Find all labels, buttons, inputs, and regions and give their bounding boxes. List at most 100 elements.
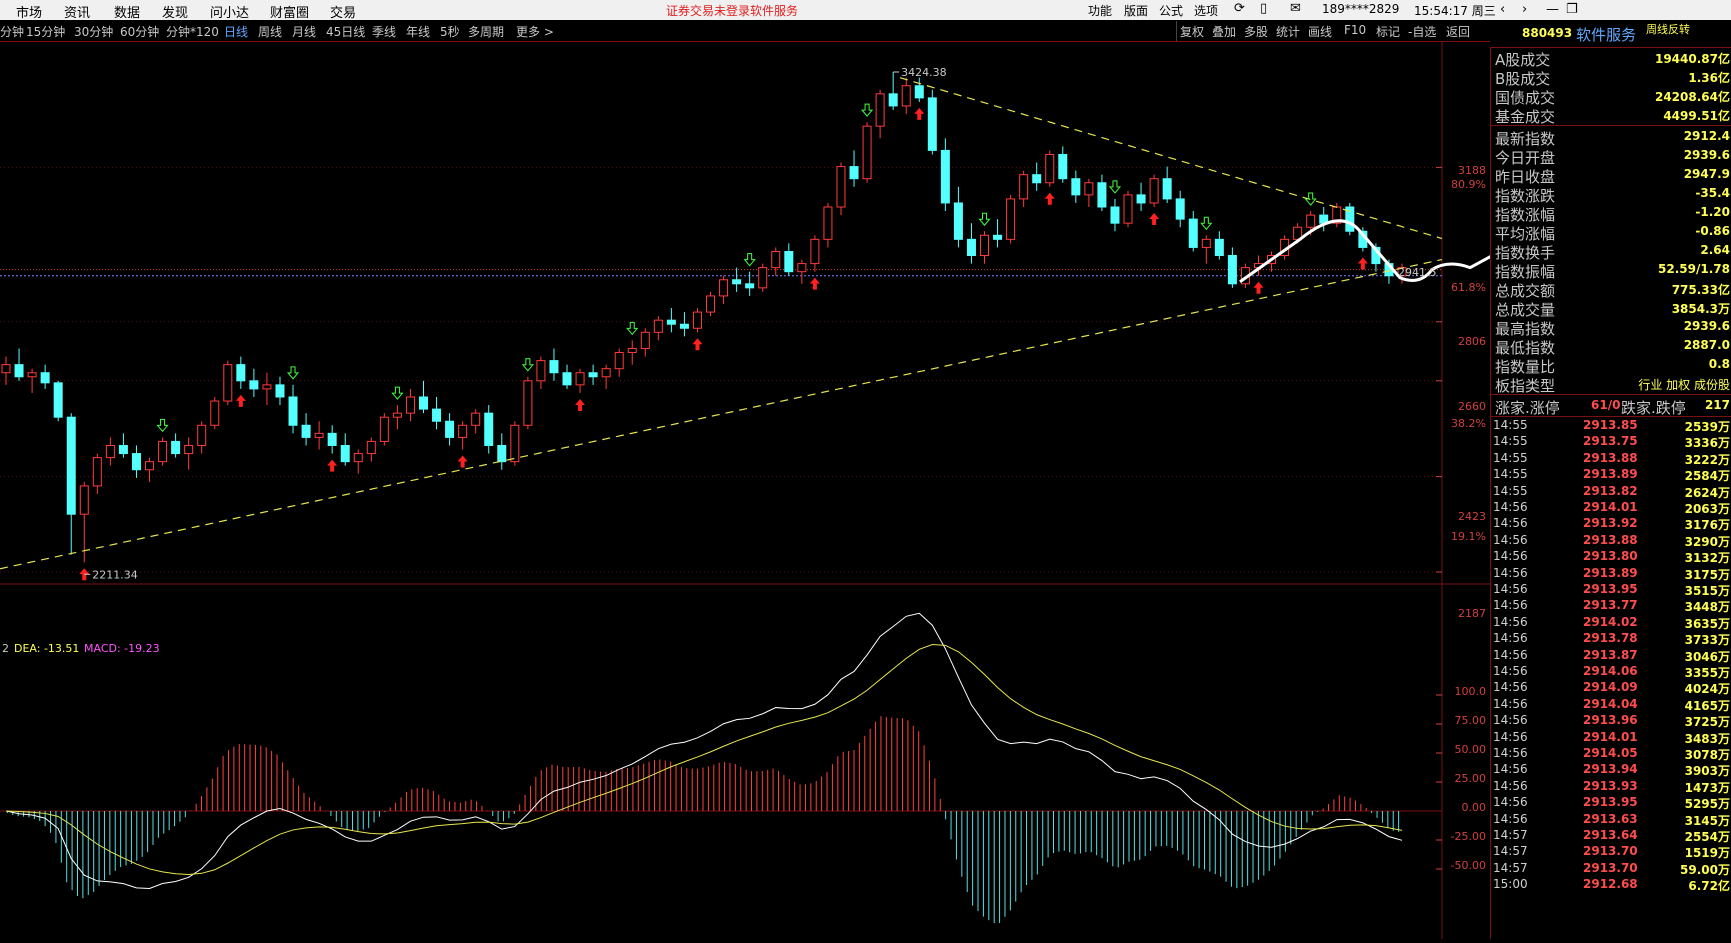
period-monthly[interactable]: 月线 [292,23,316,40]
menu-layout[interactable]: 版面 [1124,2,1148,19]
period-45day[interactable]: 45日线 [326,23,365,40]
candle-body [392,412,402,418]
kline-chart[interactable]: 3424.38 2211.34 2941.5 2 DEA: -13.51 MAC… [0,42,1611,939]
pct-label-61: 61.8% [1451,281,1486,294]
down-count-label: 跌家.跌停 [1621,399,1686,417]
menu-options[interactable]: 选项 [1194,2,1218,19]
tool-adjust[interactable]: 复权 [1180,23,1204,40]
candle-body [980,234,990,257]
menu-data[interactable]: 数据 [114,2,140,21]
tick-row: 14:57 2913.64 2554万 [1491,827,1731,845]
period-multi[interactable]: 多周期 [468,23,504,40]
user-account[interactable]: 189****2829 [1322,2,1399,16]
tick-price: 2913.96 [1583,713,1638,728]
menu-wenxiaoda[interactable]: 问小达 [210,2,249,21]
macd-tick-75: 75.00 [1455,714,1487,727]
period-5sec[interactable]: 5秒 [440,23,460,40]
candle-body [601,368,611,378]
tick-price: 2913.89 [1583,467,1638,482]
candle-body [210,400,220,426]
tick-price: 2913.95 [1583,582,1638,596]
period-daily[interactable]: 日线 [224,23,248,40]
period-yearly[interactable]: 年线 [406,23,430,40]
minimize-icon[interactable]: — [1546,2,1559,17]
phone-icon[interactable]: ▯ [1260,1,1267,16]
candle-body [105,444,115,459]
high-price-label: 3424.38 [901,66,947,79]
candle-body [588,372,598,378]
menu-news[interactable]: 资讯 [64,2,90,21]
refresh-icon[interactable]: ⟳ [1234,1,1245,16]
stat-value: -35.4 [1695,186,1730,200]
candle-body [340,444,350,463]
macd-tick-100: 100.0 [1455,685,1487,698]
menu-wealth-circle[interactable]: 财富圈 [270,2,309,21]
login-warning[interactable]: 证券交易未登录 [666,2,750,19]
tick-price: 2913.77 [1583,598,1638,613]
tick-price: 2913.88 [1583,532,1638,547]
tool-back[interactable]: 返回 [1446,23,1470,40]
tool-overlay[interactable]: 叠加 [1212,23,1236,40]
candle-body [810,238,820,265]
tick-price: 2913.88 [1583,450,1638,465]
candle-body [536,360,546,382]
stat-row: 总成交量 3854.3万 [1491,298,1731,319]
tool-watchlist[interactable]: -自选 [1408,23,1436,40]
tick-row: 14:56 2913.94 3903万 [1491,761,1731,779]
candle-body [614,352,624,370]
tick-time: 14:56 [1493,516,1528,531]
tick-price: 2913.95 [1583,795,1638,810]
menu-trade[interactable]: 交易 [330,2,356,21]
buy-arrow-icon [692,338,703,351]
macd-tick-neg50: -50.00 [1451,859,1486,872]
tick-row: 14:56 2914.04 4165万 [1491,696,1731,714]
stat-row: B股成交 1.36亿 [1491,67,1731,88]
stat-value: 2887.0 [1683,338,1730,352]
back-icon[interactable]: ‹ [1500,2,1505,17]
period-1min[interactable]: 分钟 [0,23,24,40]
period-60min[interactable]: 60分钟 [120,23,159,40]
tool-stats[interactable]: 统计 [1276,23,1300,40]
tick-price: 2913.78 [1583,631,1638,646]
period-120min[interactable]: 分钟*120 [166,23,219,40]
low-price-label: 2211.34 [92,568,137,581]
tick-price: 2913.92 [1583,516,1638,531]
tool-multi-stock[interactable]: 多股 [1244,23,1268,40]
candle-body [1071,178,1081,196]
period-weekly[interactable]: 周线 [258,23,282,40]
candle-body [771,250,781,269]
candle-body [562,372,572,386]
up-count-label: 涨家.涨停 [1495,399,1560,417]
tool-f10[interactable]: F10 [1344,23,1366,37]
candle-body [706,295,716,313]
menu-function[interactable]: 功能 [1088,2,1112,19]
y-tick-2187: 2187 [1458,607,1486,620]
mail-icon[interactable]: ✉ [1290,1,1301,16]
pct-label-19: 19.1% [1451,530,1486,543]
period-15min[interactable]: 15分钟 [26,23,65,40]
menu-discover[interactable]: 发现 [162,2,188,21]
menu-formula[interactable]: 公式 [1159,2,1183,19]
period-30min[interactable]: 30分钟 [74,23,113,40]
stat-row: 指数涨幅 -1.20 [1491,203,1731,224]
tool-draw[interactable]: 画线 [1308,23,1332,40]
tick-list[interactable]: 14:55 2913.85 2539万 14:55 2913.75 3336万 14:55 2… [1491,417,1731,939]
period-quarterly[interactable]: 季线 [372,23,396,40]
tick-row: 14:55 2913.82 2624万 [1491,483,1731,501]
period-more[interactable]: 更多 > [516,23,554,40]
maximize-icon[interactable]: ❐ [1566,2,1578,17]
stat-row: 指数涨跌 -35.4 [1491,184,1731,205]
y-tick-2423: 2423 [1458,510,1486,523]
sell-arrow-icon [743,253,756,267]
tick-time: 14:57 [1493,844,1528,859]
tick-price: 2913.63 [1583,811,1638,826]
buy-arrow-icon [914,107,925,120]
candle-body [862,125,872,180]
tick-price: 2913.93 [1583,778,1638,793]
tick-price: 2914.04 [1583,696,1638,711]
menu-market[interactable]: 市场 [16,2,42,21]
tool-mark[interactable]: 标记 [1376,23,1400,40]
tick-price: 2914.01 [1583,729,1638,744]
kline-chart-area[interactable]: 3424.38 2211.34 2941.5 2 DEA: -13.51 MAC… [0,42,1611,939]
forward-icon[interactable]: › [1522,2,1527,17]
